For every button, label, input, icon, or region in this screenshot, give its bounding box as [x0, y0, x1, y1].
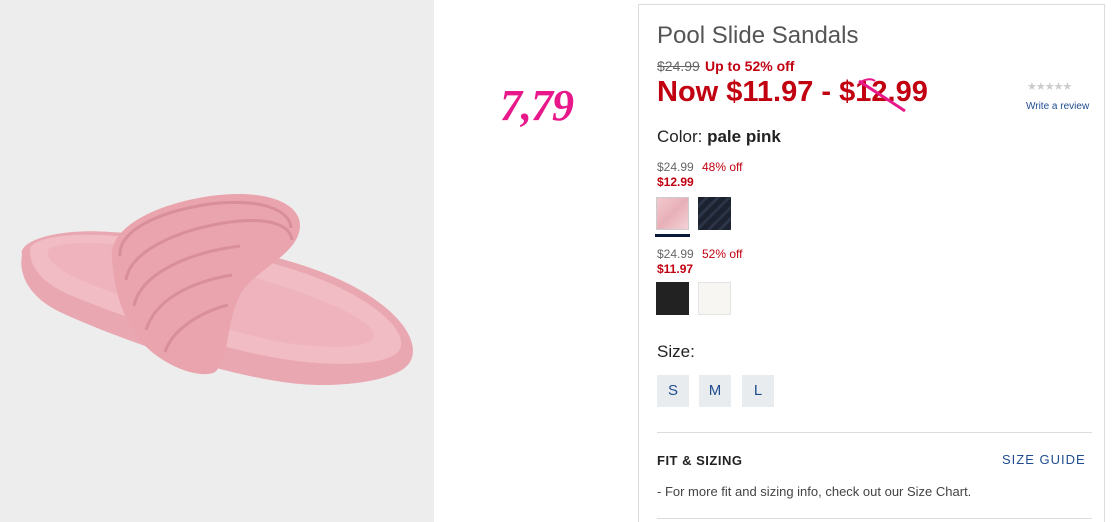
swatch-pale-pink[interactable] [656, 197, 689, 230]
price-annotation: 7,79 [500, 81, 574, 130]
swatch-black[interactable] [656, 282, 689, 315]
rating-stars-icon[interactable]: ★★★★★ [1027, 80, 1072, 93]
group1-discount: 48% off [702, 160, 743, 174]
size-label: Size: [657, 342, 695, 361]
product-image[interactable] [0, 0, 434, 522]
group2-price: $11.97 [657, 262, 694, 276]
sandal-illustration [21, 193, 413, 386]
group2-discount: 52% off [702, 247, 743, 261]
selected-swatch-indicator [655, 234, 690, 237]
divider [657, 518, 1092, 519]
color-label: Color: pale pink [657, 127, 781, 147]
original-price: $24.99 [657, 58, 700, 74]
group1-price: $12.99 [657, 175, 694, 189]
color-value: pale pink [707, 127, 781, 146]
pink-strikethrough-mark [858, 78, 906, 113]
product-info-panel: Pool Slide Sandals $24.99 Up to 52% off … [638, 4, 1105, 522]
write-review-link[interactable]: Write a review [1026, 101, 1089, 112]
size-button-m[interactable]: M [699, 375, 731, 407]
divider [657, 432, 1092, 433]
swatch-navy[interactable] [698, 197, 731, 230]
product-title: Pool Slide Sandals [657, 22, 859, 49]
color-label-text: Color: [657, 127, 703, 146]
size-button-s[interactable]: S [657, 375, 689, 407]
group2-original-price: $24.99 [657, 247, 694, 261]
discount-text: Up to 52% off [705, 58, 795, 74]
size-button-l[interactable]: L [742, 375, 774, 407]
fit-sizing-heading[interactable]: FIT & SIZING [657, 453, 742, 468]
size-guide-link[interactable]: SIZE GUIDE [1002, 452, 1086, 467]
group1-original-price: $24.99 [657, 160, 694, 174]
fit-sizing-note: - For more fit and sizing info, check ou… [657, 484, 972, 499]
swatch-white[interactable] [698, 282, 731, 315]
